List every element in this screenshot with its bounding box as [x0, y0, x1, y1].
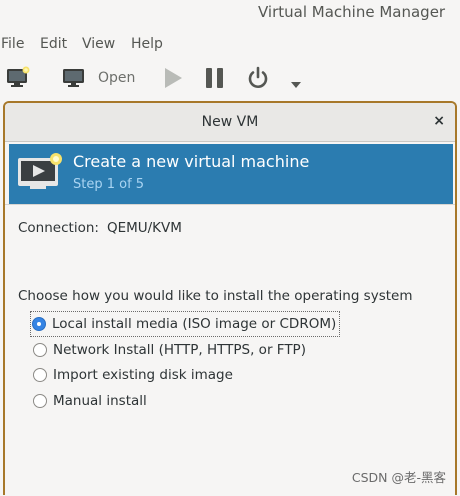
connection-row: Connection: QEMU/KVM — [18, 220, 182, 236]
pause-icon — [206, 68, 223, 88]
radio-label: Local install media (ISO image or CDROM) — [52, 316, 337, 332]
dialog-header: New VM × — [5, 103, 455, 142]
menu-edit[interactable]: Edit — [40, 36, 67, 52]
radio-import-disk[interactable]: Import existing disk image — [33, 364, 233, 386]
dialog-content: Connection: QEMU/KVM Choose how you would… — [5, 204, 455, 495]
new-vm-dialog: New VM × Create a new virtual machine St… — [3, 101, 457, 495]
wizard-banner: Create a new virtual machine Step 1 of 5 — [9, 144, 453, 204]
dialog-title: New VM — [201, 114, 259, 130]
new-vm-button[interactable] — [6, 66, 32, 92]
menu-view[interactable]: View — [82, 36, 115, 52]
pause-button[interactable] — [204, 67, 226, 93]
menubar: File Edit View Help — [0, 36, 460, 56]
toolbar: Open — [0, 58, 460, 98]
banner-title: Create a new virtual machine — [73, 152, 310, 171]
new-vm-icon — [7, 66, 30, 87]
new-vm-banner-icon — [16, 152, 64, 198]
radio-label: Network Install (HTTP, HTTPS, or FTP) — [53, 342, 306, 358]
radio-button-checked[interactable] — [32, 317, 46, 331]
radio-manual-install[interactable]: Manual install — [33, 390, 147, 412]
window-title: Virtual Machine Manager — [258, 3, 446, 21]
radio-button[interactable] — [33, 368, 47, 382]
close-button[interactable]: × — [433, 113, 445, 129]
connection-label: Connection: — [18, 220, 99, 236]
shutdown-menu-button[interactable] — [290, 74, 302, 93]
power-icon — [248, 66, 268, 88]
connection-value: QEMU/KVM — [106, 220, 182, 236]
open-button-label[interactable]: Open — [98, 70, 135, 86]
shutdown-button[interactable] — [246, 66, 270, 94]
menu-help[interactable]: Help — [131, 36, 163, 52]
radio-label: Import existing disk image — [53, 367, 233, 383]
watermark: CSDN @老-黑客 — [351, 470, 446, 485]
menu-file[interactable]: File — [1, 36, 24, 52]
radio-button[interactable] — [33, 343, 47, 357]
radio-label: Manual install — [53, 393, 147, 409]
step-indicator: Step 1 of 5 — [73, 177, 145, 192]
radio-network-install[interactable]: Network Install (HTTP, HTTPS, or FTP) — [33, 339, 306, 361]
radio-button[interactable] — [33, 394, 47, 408]
install-method-prompt: Choose how you would like to install the… — [18, 288, 413, 304]
radio-local-install[interactable]: Local install media (ISO image or CDROM) — [29, 311, 341, 337]
chevron-down-icon — [291, 82, 301, 88]
monitor-icon — [63, 69, 84, 87]
play-icon — [165, 68, 182, 88]
open-button[interactable] — [62, 68, 86, 92]
run-button[interactable] — [162, 67, 184, 93]
